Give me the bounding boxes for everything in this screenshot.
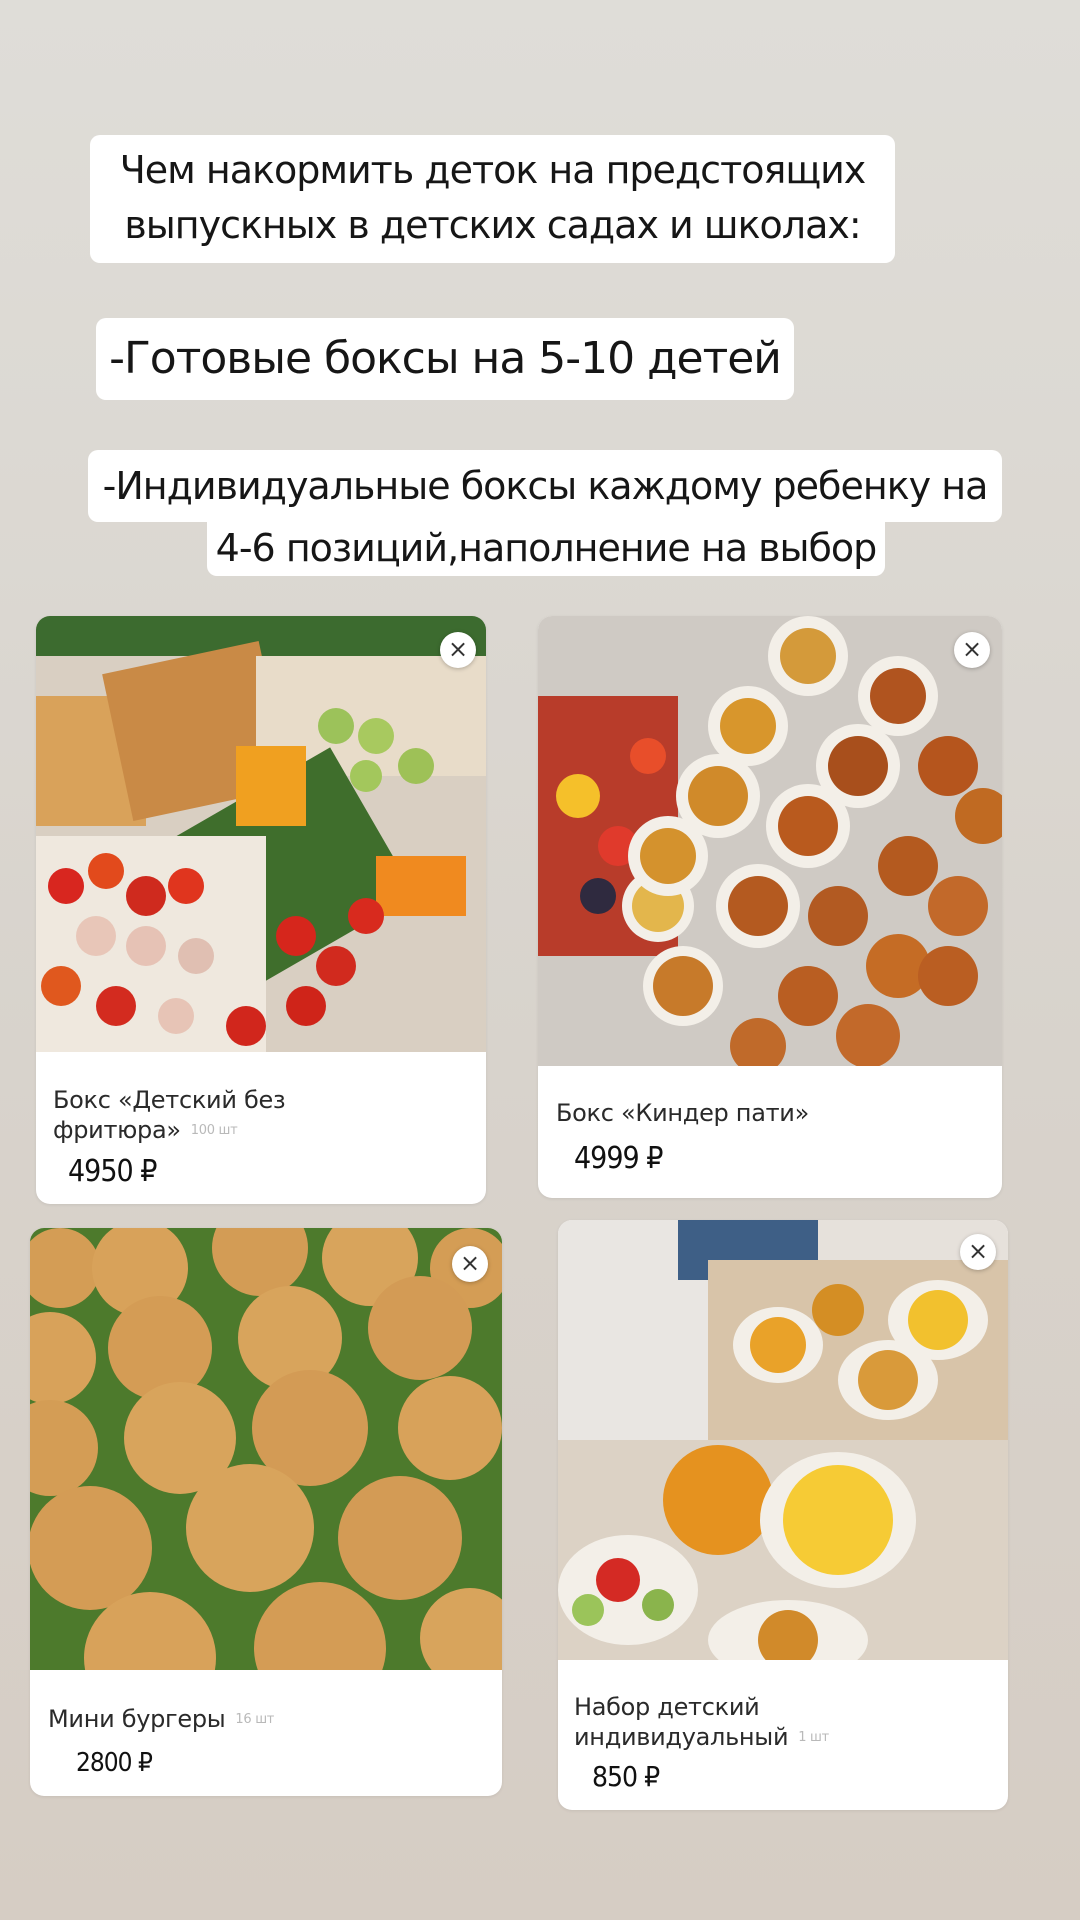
product-title-line1: Набор детский [574, 1693, 760, 1721]
product-title-line1: Бокс «Детский без [53, 1086, 286, 1114]
product-photo-kids-set [558, 1220, 1008, 1660]
product-title: Бокс «Киндер пати» [556, 1099, 809, 1127]
product-price: 2800 ₽ [76, 1748, 153, 1778]
close-icon[interactable]: × [452, 1246, 488, 1282]
product-title-text: Мини бургеры [48, 1705, 226, 1733]
product-quantity: 16 шт [235, 1712, 275, 1727]
product-card-kinder-pati[interactable]: × Бокс «Киндер пати» 4999 ₽ [538, 616, 1002, 1198]
headline-line2: выпускных в детских садах и школах: [124, 203, 861, 247]
product-title-line2: фритюра» [53, 1116, 181, 1144]
product-quantity: 100 шт [190, 1123, 238, 1138]
product-price: 4999 ₽ [574, 1141, 663, 1176]
headline-line1: Чем накормить деток на предстоящих [119, 148, 867, 192]
option1-sticker: -Готовые боксы на 5-10 детей [96, 318, 794, 400]
headline-sticker: Чем накормить деток на предстоящих выпус… [90, 135, 895, 263]
product-title: Набор детский индивидуальный 1 шт [574, 1692, 829, 1753]
option2-sticker-line1: -Индивидуальные боксы каждому ребенку на [88, 450, 1002, 522]
close-icon[interactable]: × [440, 632, 476, 668]
product-price: 850 ₽ [592, 1760, 660, 1793]
product-title-line2: индивидуальный [574, 1723, 789, 1751]
product-card-detsky-bez-frityura[interactable]: × Бокс «Детский без фритюра» 100 шт 4950 … [36, 616, 486, 1204]
product-title: Мини бургеры 16 шт [48, 1704, 274, 1735]
product-title: Бокс «Детский без фритюра» 100 шт [53, 1085, 286, 1146]
product-card-nabor-detskiy[interactable]: × Набор детский индивидуальный 1 шт 850 ₽ [558, 1220, 1008, 1810]
product-price: 4950 ₽ [68, 1154, 157, 1189]
product-card-mini-burgery[interactable]: × Мини бургеры 16 шт 2800 ₽ [30, 1228, 502, 1796]
close-icon[interactable]: × [954, 632, 990, 668]
close-icon[interactable]: × [960, 1234, 996, 1270]
product-quantity: 1 шт [798, 1730, 829, 1745]
product-photo-party-box [538, 616, 1002, 1066]
option2-sticker-line2: 4-6 позиций,наполнение на выбор [207, 522, 885, 576]
product-photo-mini-burgers [30, 1228, 502, 1670]
product-photo-snack-box [36, 616, 486, 1052]
